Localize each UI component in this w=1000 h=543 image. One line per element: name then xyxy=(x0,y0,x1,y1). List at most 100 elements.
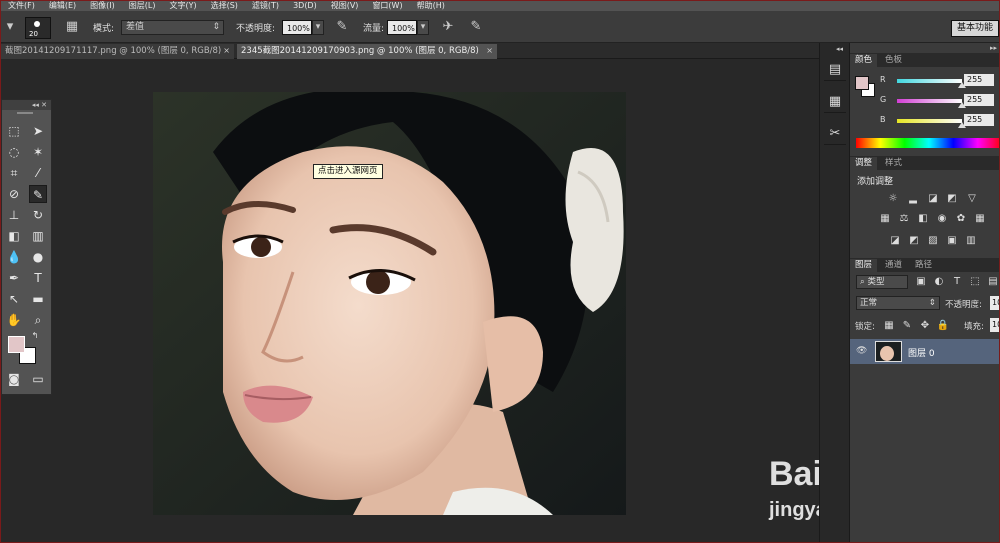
flow-dropdown[interactable]: ▾ xyxy=(417,20,429,35)
brush-preset-picker[interactable]: 20 xyxy=(25,17,51,39)
menu-window[interactable]: 窗口(W) xyxy=(365,1,409,11)
filter-smart-object-icon[interactable]: ▤ xyxy=(986,275,999,289)
tool-presets-icon[interactable]: ✂ xyxy=(824,123,846,145)
foreground-color-swatch[interactable] xyxy=(8,336,25,353)
eyedropper-tool-icon[interactable]: ⁄ xyxy=(29,164,47,182)
menu-edit[interactable]: 编辑(E) xyxy=(42,1,83,11)
crop-tool-icon[interactable]: ⌗ xyxy=(5,164,23,182)
zoom-tool-icon[interactable]: ⌕ xyxy=(29,311,47,329)
pen-tool-icon[interactable]: ✒ xyxy=(5,269,23,287)
photo-filter-icon[interactable]: ◉ xyxy=(935,212,949,226)
expand-icon[interactable]: ▸▸ xyxy=(990,44,997,52)
exposure-icon[interactable]: ◩ xyxy=(945,192,959,206)
posterize-icon[interactable]: ◩ xyxy=(907,234,921,248)
history-panel-icon[interactable]: ▤ xyxy=(824,59,846,81)
link-tooltip[interactable]: 点击进入源网页 xyxy=(313,164,383,179)
levels-icon[interactable]: ▂ xyxy=(906,192,920,206)
red-value-field[interactable]: 255 xyxy=(964,74,994,86)
quick-mask-icon[interactable]: ◙ xyxy=(5,370,23,388)
collapse-icon[interactable]: ◂◂ xyxy=(836,45,843,53)
channel-mixer-icon[interactable]: ✿ xyxy=(954,212,968,226)
menu-filter[interactable]: 滤镜(T) xyxy=(245,1,286,11)
marquee-tool-icon[interactable]: ⬚ xyxy=(5,122,23,140)
fill-field[interactable]: 10 xyxy=(990,318,999,332)
filter-shape-icon[interactable]: ⬚ xyxy=(968,275,982,289)
menu-3d[interactable]: 3D(D) xyxy=(286,1,324,11)
panel-grip[interactable] xyxy=(17,112,33,114)
invert-icon[interactable]: ◪ xyxy=(888,234,902,248)
tab-layers[interactable]: 图层 xyxy=(850,259,878,272)
panel-foreground-swatch[interactable] xyxy=(855,76,869,90)
menu-file[interactable]: 文件(F) xyxy=(1,1,42,11)
dodge-tool-icon[interactable]: ● xyxy=(29,248,47,266)
green-slider-track[interactable] xyxy=(897,99,962,103)
selective-color-icon[interactable]: ▣ xyxy=(945,234,959,248)
pressure-opacity-icon[interactable]: ✎ xyxy=(333,18,351,36)
layer-row[interactable]: 👁 图层 0 xyxy=(850,339,999,364)
color-lookup-icon[interactable]: ▦ xyxy=(973,212,987,226)
menu-type[interactable]: 文字(Y) xyxy=(162,1,203,11)
menu-select[interactable]: 选择(S) xyxy=(204,1,245,11)
document-image[interactable] xyxy=(153,92,626,515)
filter-pixel-icon[interactable]: ▣ xyxy=(914,275,928,289)
healing-brush-tool-icon[interactable]: ⊘ xyxy=(5,185,23,203)
color-balance-icon[interactable]: ⚖ xyxy=(897,212,911,226)
color-spectrum[interactable] xyxy=(856,138,999,148)
magic-wand-tool-icon[interactable]: ✶ xyxy=(29,143,47,161)
airbrush-icon[interactable]: ✈ xyxy=(439,18,457,36)
menu-image[interactable]: 图像(I) xyxy=(83,1,122,11)
menu-help[interactable]: 帮助(H) xyxy=(410,1,452,11)
type-tool-icon[interactable]: T xyxy=(29,269,47,287)
screen-mode-icon[interactable]: ▭ xyxy=(29,370,47,388)
pressure-size-icon[interactable]: ✎ xyxy=(467,18,485,36)
opacity-dropdown[interactable]: ▾ xyxy=(312,20,324,35)
tab-channels[interactable]: 通道 xyxy=(880,259,907,272)
opacity-field[interactable]: 100% xyxy=(282,20,312,35)
tab-adjustments[interactable]: 调整 xyxy=(850,157,878,170)
tab-color[interactable]: 颜色 xyxy=(850,54,878,67)
actions-panel-icon[interactable]: ▦ xyxy=(824,91,846,113)
threshold-icon[interactable]: ▨ xyxy=(926,234,940,248)
tab-styles[interactable]: 样式 xyxy=(880,157,907,170)
green-value-field[interactable]: 255 xyxy=(964,94,994,106)
blur-tool-icon[interactable]: 💧 xyxy=(5,248,23,266)
lasso-tool-icon[interactable]: ◌ xyxy=(5,143,23,161)
hue-saturation-icon[interactable]: ▦ xyxy=(878,212,892,226)
brightness-icon[interactable]: ☼ xyxy=(886,192,900,206)
lock-position-icon[interactable]: ✥ xyxy=(918,319,932,333)
lock-pixels-icon[interactable]: ✎ xyxy=(900,319,914,333)
swap-colors-icon[interactable]: ↰ xyxy=(30,331,40,341)
tab-document-2[interactable]: 2345截图20141209170903.png @ 100% (图层 0, R… xyxy=(237,44,497,59)
close-icon[interactable]: × xyxy=(223,44,230,58)
tools-panel-header[interactable]: ◂◂ ✕ xyxy=(2,100,51,110)
clone-stamp-tool-icon[interactable]: ⊥ xyxy=(5,206,23,224)
blue-value-field[interactable]: 255 xyxy=(964,114,994,126)
curves-icon[interactable]: ◪ xyxy=(926,192,940,206)
close-icon[interactable]: × xyxy=(486,44,493,58)
tab-paths[interactable]: 路径 xyxy=(910,259,937,272)
tab-swatches[interactable]: 色板 xyxy=(880,54,907,67)
eraser-tool-icon[interactable]: ◧ xyxy=(5,227,23,245)
menu-view[interactable]: 视图(V) xyxy=(324,1,366,11)
shape-tool-icon[interactable]: ▬ xyxy=(29,290,47,308)
layer-opacity-field[interactable]: 10 xyxy=(990,296,999,310)
mode-select[interactable]: 差值 ⇕ xyxy=(121,20,224,35)
blend-mode-select[interactable]: 正常 ⇕ xyxy=(856,296,940,310)
lock-all-icon[interactable]: 🔒 xyxy=(936,319,950,333)
layer-name[interactable]: 图层 0 xyxy=(908,346,935,359)
filter-adjustment-icon[interactable]: ◐ xyxy=(932,275,946,289)
move-tool-icon[interactable]: ➤ xyxy=(29,122,47,140)
gradient-tool-icon[interactable]: ▥ xyxy=(29,227,47,245)
workspace-switcher[interactable]: 基本功能 xyxy=(951,20,999,37)
flow-field[interactable]: 100% xyxy=(387,20,417,35)
lock-transparency-icon[interactable]: ▦ xyxy=(882,319,896,333)
filter-type-icon[interactable]: T xyxy=(950,275,964,289)
brush-panel-icon[interactable]: ▦ xyxy=(63,18,81,36)
tool-preset-icon[interactable]: ▾ xyxy=(1,18,19,36)
eye-icon[interactable]: 👁 xyxy=(856,346,867,356)
path-selection-tool-icon[interactable]: ↖ xyxy=(5,290,23,308)
blue-slider-track[interactable] xyxy=(897,119,962,123)
gradient-map-icon[interactable]: ▥ xyxy=(964,234,978,248)
layer-filter-select[interactable]: ⌕ 类型 xyxy=(856,275,908,289)
black-white-icon[interactable]: ◧ xyxy=(916,212,930,226)
